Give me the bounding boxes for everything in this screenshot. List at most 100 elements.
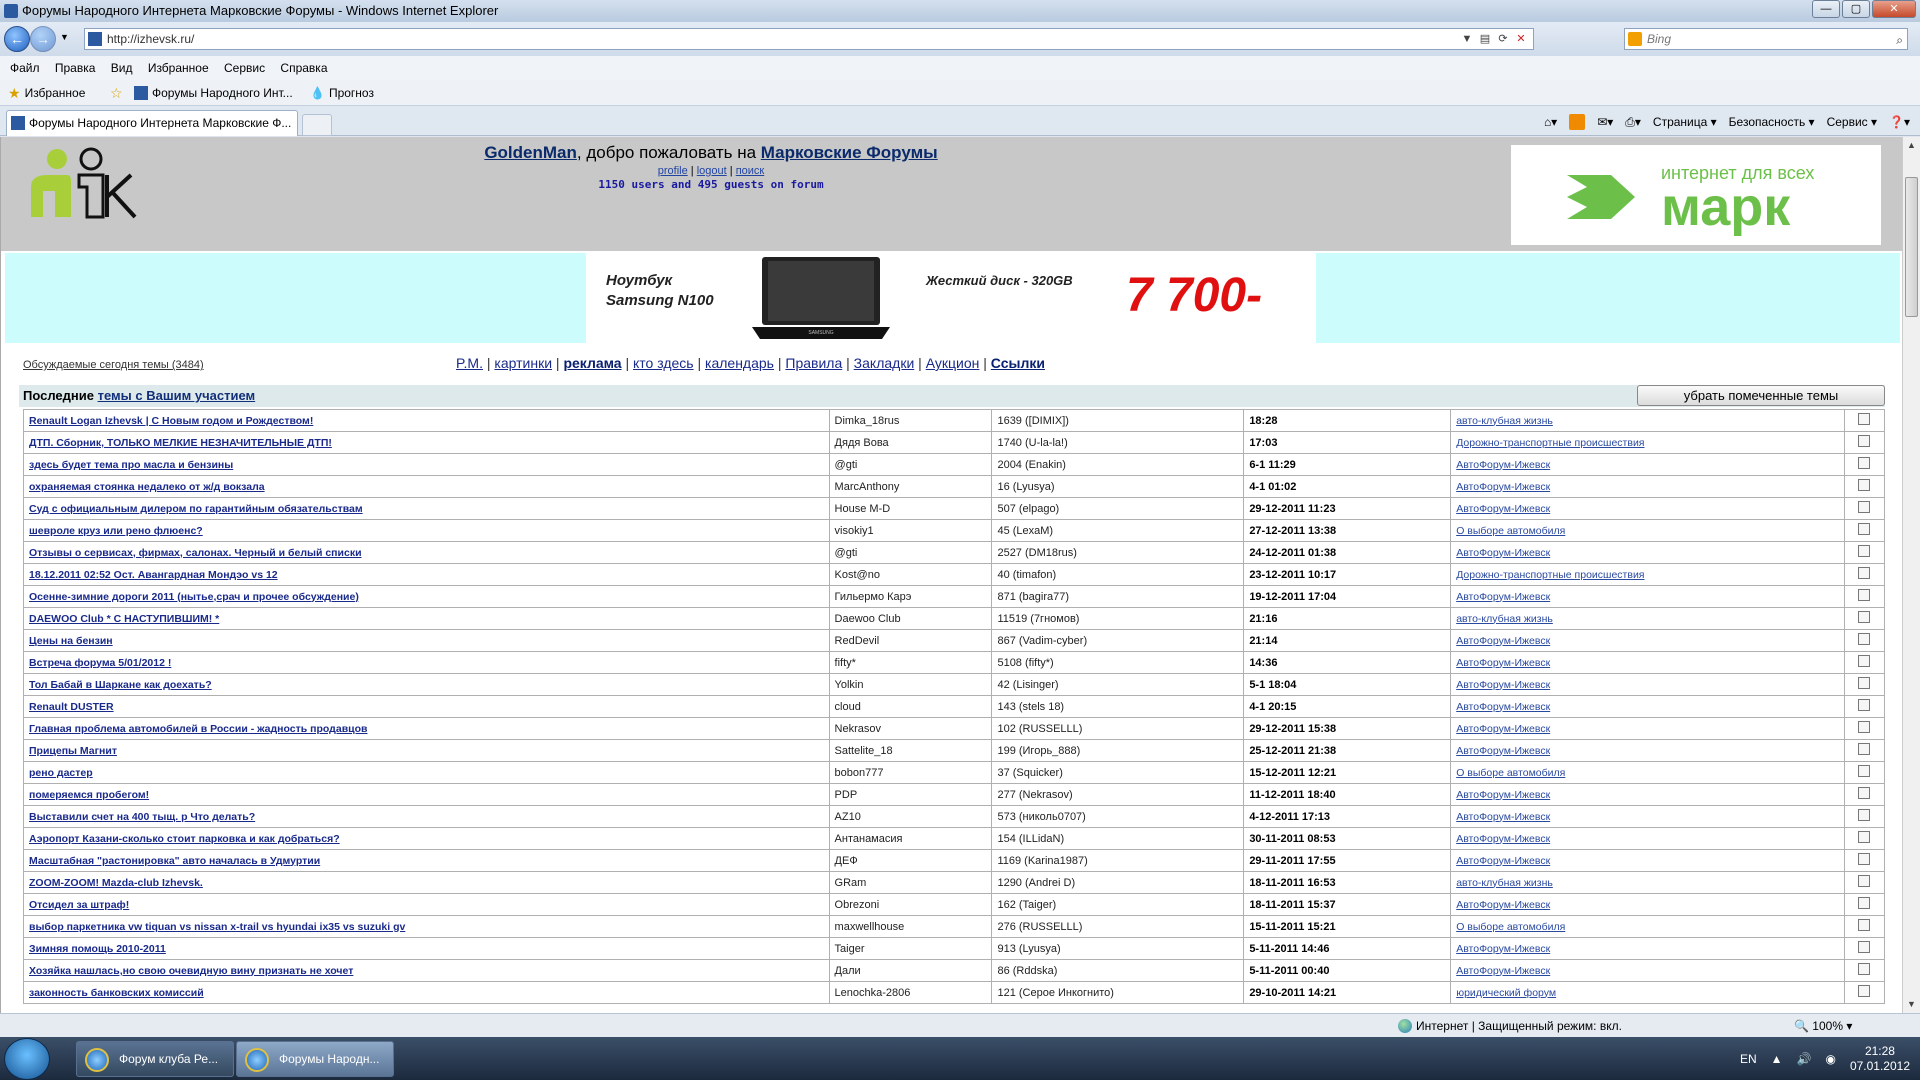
topic-title-link[interactable]: шевроле круз или рено флюенс?	[29, 525, 203, 537]
topic-checkbox[interactable]	[1858, 831, 1871, 843]
maximize-button[interactable]: ▢	[1842, 0, 1870, 18]
topic-title-link[interactable]: Аэропорт Казани-сколько стоит парковка и…	[29, 833, 340, 845]
topic-forum-link[interactable]: О выборе автомобиля	[1456, 767, 1565, 779]
mark-logo-banner[interactable]: интернет для всех марк	[1511, 145, 1881, 245]
mail-icon[interactable]: ✉▾	[1597, 112, 1613, 132]
scrollbar-thumb[interactable]	[1905, 177, 1918, 317]
tab-forums[interactable]: Форумы Народного Интернета Марковские Ф.…	[6, 110, 298, 136]
topic-forum-link[interactable]: Дорожно-транспортные происшествия	[1456, 437, 1644, 449]
topic-forum-link[interactable]: О выборе автомобиля	[1456, 525, 1565, 537]
site-logo-icon[interactable]	[27, 147, 147, 227]
address-bar[interactable]: http://izhevsk.ru/ ▼ ▤ ⟳ ✕	[84, 28, 1534, 50]
topic-checkbox[interactable]	[1858, 919, 1871, 931]
topic-title-link[interactable]: 18.12.2011 02:52 Ост. Авангардная Мондэо…	[29, 569, 278, 581]
logout-link[interactable]: logout	[697, 165, 727, 177]
topic-checkbox[interactable]	[1858, 589, 1871, 601]
menu-favorites[interactable]: Избранное	[148, 61, 209, 75]
nav-calendar[interactable]: календарь	[705, 355, 774, 371]
laptop-advertisement[interactable]: Ноутбук Samsung N100 SAMSUNG Жесткий дис…	[586, 253, 1316, 343]
topic-forum-link[interactable]: АвтоФорум-Ижевск	[1456, 701, 1550, 713]
tools-menu[interactable]: Сервис ▾	[1827, 112, 1877, 132]
topic-forum-link[interactable]: АвтоФорум-Ижевск	[1456, 503, 1550, 515]
topic-forum-link[interactable]: АвтоФорум-Ижевск	[1456, 943, 1550, 955]
page-menu[interactable]: Страница ▾	[1653, 112, 1717, 132]
topic-title-link[interactable]: Встреча форума 5/01/2012 !	[29, 657, 171, 669]
zoom-control[interactable]: 🔍 100% ▾	[1794, 1014, 1852, 1038]
stop-icon[interactable]: ✕	[1513, 31, 1529, 47]
rss-feed-icon[interactable]	[1569, 114, 1586, 130]
topic-forum-link[interactable]: АвтоФорум-Ижевск	[1456, 679, 1550, 691]
topic-checkbox[interactable]	[1858, 457, 1871, 469]
compatibility-view-icon[interactable]: ▤	[1477, 31, 1493, 47]
topic-forum-link[interactable]: Дорожно-транспортные происшествия	[1456, 569, 1644, 581]
topic-forum-link[interactable]: авто-клубная жизнь	[1456, 415, 1553, 427]
favorites-button[interactable]: ★ Избранное	[8, 80, 85, 106]
topic-title-link[interactable]: Главная проблема автомобилей в России - …	[29, 723, 367, 735]
topic-checkbox[interactable]	[1858, 677, 1871, 689]
topic-checkbox[interactable]	[1858, 853, 1871, 865]
start-button[interactable]	[4, 1038, 50, 1080]
topic-title-link[interactable]: Выставили счет на 400 тыщ. р Что делать?	[29, 811, 255, 823]
topic-forum-link[interactable]: АвтоФорум-Ижевск	[1456, 745, 1550, 757]
tray-expand-icon[interactable]: ▲	[1771, 1052, 1783, 1066]
network-icon[interactable]: ◉	[1825, 1052, 1835, 1066]
topic-title-link[interactable]: здесь будет тема про масла и бензины	[29, 459, 233, 471]
topic-checkbox[interactable]	[1858, 765, 1871, 777]
add-favorite-button[interactable]: ☆	[110, 80, 123, 106]
nav-ads[interactable]: реклама	[563, 355, 621, 371]
topic-title-link[interactable]: выбор паркетника vw tiquan vs nissan x-t…	[29, 921, 405, 933]
topic-title-link[interactable]: охраняемая стоянка недалеко от ж/д вокза…	[29, 481, 265, 493]
recent-pages-dropdown-icon[interactable]: ▼	[60, 32, 69, 42]
topic-checkbox[interactable]	[1858, 523, 1871, 535]
menu-view[interactable]: Вид	[111, 61, 133, 75]
topic-forum-link[interactable]: авто-клубная жизнь	[1456, 877, 1553, 889]
topic-checkbox[interactable]	[1858, 479, 1871, 491]
topic-forum-link[interactable]: юридический форум	[1456, 987, 1556, 999]
search-icon[interactable]: ⌕	[1896, 30, 1903, 50]
today-topics-link[interactable]: Обсуждаемые сегодня темы (3484)	[23, 359, 204, 371]
home-icon[interactable]: ⌂▾	[1544, 112, 1557, 132]
menu-edit[interactable]: Правка	[55, 61, 96, 75]
topic-forum-link[interactable]: АвтоФорум-Ижевск	[1456, 723, 1550, 735]
close-button[interactable]: ✕	[1872, 0, 1916, 18]
topic-checkbox[interactable]	[1858, 721, 1871, 733]
topic-forum-link[interactable]: АвтоФорум-Ижевск	[1456, 481, 1550, 493]
topic-title-link[interactable]: Отзывы о сервисах, фирмах, салонах. Черн…	[29, 547, 362, 559]
topic-title-link[interactable]: Зимняя помощь 2010-2011	[29, 943, 166, 955]
topic-forum-link[interactable]: АвтоФорум-Ижевск	[1456, 789, 1550, 801]
topic-checkbox[interactable]	[1858, 633, 1871, 645]
search-box[interactable]: Bing ⌕	[1624, 28, 1908, 50]
topic-title-link[interactable]: померяемся пробегом!	[29, 789, 149, 801]
nav-links[interactable]: Ссылки	[991, 355, 1045, 371]
help-icon[interactable]: ❓▾	[1889, 112, 1910, 132]
scroll-up-icon[interactable]: ▲	[1903, 137, 1920, 154]
username-link[interactable]: GoldenMan	[484, 143, 577, 162]
back-button[interactable]: ←	[4, 26, 30, 52]
topic-checkbox[interactable]	[1858, 435, 1871, 447]
topic-forum-link[interactable]: АвтоФорум-Ижевск	[1456, 965, 1550, 977]
nav-bookmarks[interactable]: Закладки	[854, 355, 915, 371]
topic-forum-link[interactable]: АвтоФорум-Ижевск	[1456, 459, 1550, 471]
topic-checkbox[interactable]	[1858, 963, 1871, 975]
topic-title-link[interactable]: ДТП. Сборник, ТОЛЬКО МЕЛКИЕ НЕЗНАЧИТЕЛЬН…	[29, 437, 332, 449]
topic-title-link[interactable]: Масштабная "растонировка" авто началась …	[29, 855, 320, 867]
topic-forum-link[interactable]: О выборе автомобиля	[1456, 921, 1565, 933]
topic-forum-link[interactable]: АвтоФорум-Ижевск	[1456, 591, 1550, 603]
taskbar-item-1[interactable]: Форум клуба Ре...	[76, 1041, 234, 1077]
topic-forum-link[interactable]: АвтоФорум-Ижевск	[1456, 899, 1550, 911]
topic-title-link[interactable]: Цены на бензин	[29, 635, 113, 647]
nav-pictures[interactable]: картинки	[494, 355, 552, 371]
topic-checkbox[interactable]	[1858, 501, 1871, 513]
nav-auction[interactable]: Аукцион	[926, 355, 980, 371]
search-link[interactable]: поиск	[736, 165, 765, 177]
topic-checkbox[interactable]	[1858, 875, 1871, 887]
favorite-link-forecast[interactable]: 💧 Прогноз	[310, 80, 374, 106]
print-icon[interactable]: ⎙▾	[1625, 112, 1641, 132]
topic-checkbox[interactable]	[1858, 941, 1871, 953]
forum-name-link[interactable]: Марковские Форумы	[761, 143, 938, 162]
menu-file[interactable]: Файл	[10, 61, 40, 75]
minimize-button[interactable]: —	[1812, 0, 1840, 18]
nav-pm[interactable]: P.M.	[456, 355, 483, 371]
topic-title-link[interactable]: Renault Logan Izhevsk | С Новым годом и …	[29, 415, 313, 427]
topic-checkbox[interactable]	[1858, 897, 1871, 909]
